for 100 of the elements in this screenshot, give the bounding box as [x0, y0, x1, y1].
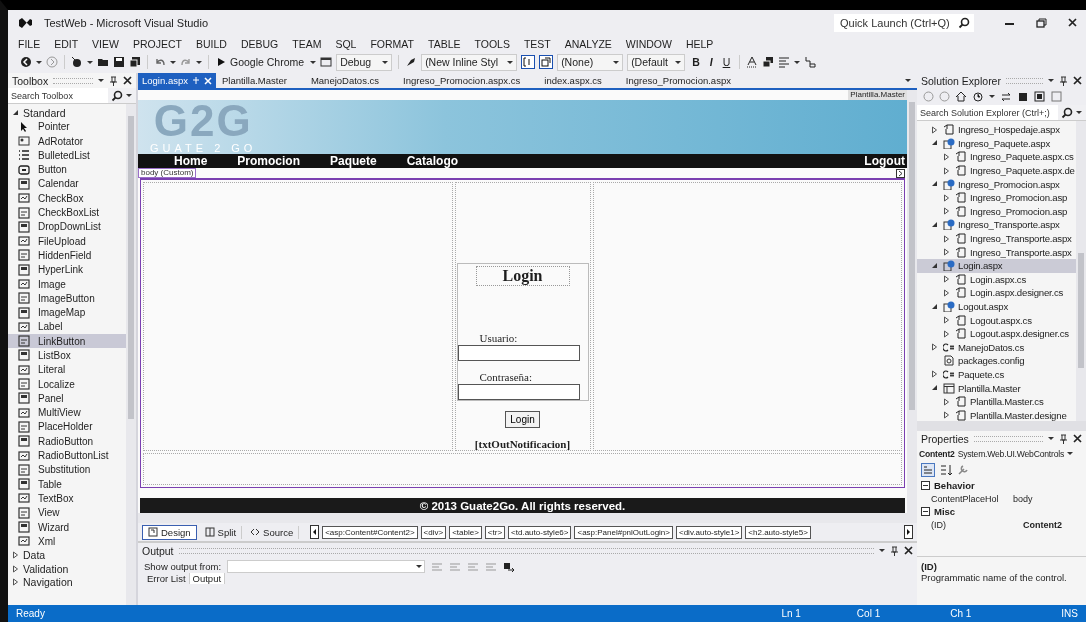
menu-item[interactable]: HELP — [685, 37, 714, 50]
pin-icon[interactable] — [890, 545, 899, 556]
tag-path-item[interactable]: <div> — [420, 525, 447, 539]
toolbox-item[interactable]: ImageMap — [8, 305, 126, 320]
document-tab[interactable]: Login.aspx — [138, 73, 216, 88]
panel-tab[interactable]: Output — [189, 573, 226, 584]
tree-item[interactable]: Plantilla.Master — [917, 381, 1076, 395]
toolbox-group[interactable]: Data — [8, 548, 126, 563]
menu-item[interactable]: FORMAT — [370, 37, 414, 50]
scrollbar[interactable] — [126, 104, 136, 605]
pin-icon[interactable] — [1059, 433, 1068, 444]
toolbox-item[interactable]: Localize — [8, 376, 126, 392]
caret-icon[interactable] — [989, 94, 995, 99]
tree-item[interactable]: Ingreso_Paquete.aspx.de — [917, 163, 1076, 178]
tree-item[interactable]: Ingreso_Promocion.aspx — [917, 177, 1076, 191]
collapse-icon[interactable] — [921, 481, 930, 490]
menu-item[interactable]: PROJECT — [132, 37, 182, 50]
expander-icon[interactable] — [943, 234, 950, 243]
nav-link[interactable]: Logout — [864, 154, 905, 168]
toolbox-item[interactable]: Button — [8, 162, 126, 177]
tree-item[interactable]: packages.config — [917, 354, 1076, 368]
run-button[interactable]: Google Chrome — [215, 56, 307, 68]
tag-path-item[interactable]: <asp:Panel#pnlOutLogin> — [574, 525, 673, 539]
toolbox-item[interactable]: Table — [8, 477, 126, 492]
horizontal-scrollbar[interactable] — [917, 421, 1086, 431]
view-tab[interactable]: Split — [199, 525, 243, 539]
close-icon[interactable] — [1073, 434, 1082, 443]
toolbox-item[interactable]: FileUpload — [8, 233, 126, 249]
menu-item[interactable]: EDIT — [54, 37, 79, 50]
toolbox-item[interactable]: LinkButton — [8, 334, 126, 349]
expander-icon[interactable] — [943, 397, 950, 406]
collapse-icon[interactable] — [921, 507, 930, 516]
pending-changes-icon[interactable] — [972, 91, 984, 102]
save-icon[interactable] — [113, 56, 125, 68]
toolbox-item[interactable]: Xml — [8, 534, 126, 549]
close-icon[interactable] — [123, 76, 132, 85]
expander-icon[interactable] — [931, 370, 938, 379]
pin-icon[interactable] — [1059, 75, 1068, 86]
expander-icon[interactable] — [931, 384, 938, 393]
tree-item[interactable]: Ingreso_Promocion.asp — [917, 204, 1076, 219]
tag-path-item[interactable]: <table> — [449, 525, 482, 539]
style-dropdown[interactable]: (New Inline Styl — [421, 53, 518, 71]
nav-link[interactable]: Home — [174, 154, 208, 168]
search-field[interactable]: Search Solution Explorer (Ctrl+;) — [917, 105, 1058, 120]
expander-icon[interactable] — [943, 153, 950, 161]
tree-item[interactable]: Login.aspx — [917, 258, 1076, 273]
menu-item[interactable]: BUILD — [195, 37, 227, 50]
caret-icon[interactable] — [794, 59, 801, 65]
toolbox-item[interactable]: Literal — [8, 362, 126, 377]
view-tab[interactable]: Source — [245, 525, 300, 539]
browser-window-icon[interactable] — [320, 57, 333, 67]
caret-icon[interactable] — [36, 59, 42, 65]
format-button[interactable]: I — [706, 56, 716, 68]
panel-tab[interactable]: Error List — [144, 573, 190, 584]
tag-path-item[interactable]: <tr> — [484, 525, 506, 539]
tree-item[interactable]: Ingreso_Hospedaje.aspx — [917, 123, 1076, 137]
caret-icon[interactable] — [98, 78, 104, 83]
restore-icon[interactable] — [1036, 18, 1048, 28]
tree-item[interactable]: Logout.aspx — [917, 299, 1076, 314]
expander-icon[interactable] — [931, 343, 938, 352]
undo-icon[interactable] — [154, 56, 166, 68]
menu-item[interactable]: TOOLS — [474, 37, 510, 50]
attach-css-icon[interactable] — [539, 55, 554, 69]
close-icon[interactable] — [1068, 18, 1078, 28]
caret-icon[interactable] — [196, 59, 202, 65]
tree-item[interactable]: Ingreso_Transporte.aspx — [917, 218, 1076, 232]
document-tab[interactable]: Plantilla.Master — [217, 73, 305, 88]
horizontal-scrollbar[interactable] — [138, 513, 917, 523]
expander-icon[interactable] — [943, 248, 950, 257]
tree-item[interactable]: Ingreso_Transporte.aspx — [917, 231, 1076, 246]
menu-item[interactable]: ANALYZE — [564, 37, 612, 50]
background-color-icon[interactable] — [762, 56, 775, 68]
tag-path-item[interactable]: <div.auto-style1> — [676, 525, 743, 539]
caret-icon[interactable] — [905, 78, 911, 83]
toolbox-group[interactable]: Standard — [8, 106, 126, 120]
caret-icon[interactable] — [1048, 436, 1054, 441]
document-tab[interactable]: Ingreso_Promocion.aspx — [621, 73, 749, 88]
style-application-icon[interactable] — [521, 55, 536, 69]
username-field[interactable] — [457, 345, 580, 361]
toolbox-item[interactable]: View — [8, 505, 126, 520]
tree-item[interactable]: Plantilla.Master.cs — [917, 394, 1076, 409]
document-tab[interactable]: ManejoDatos.cs — [306, 73, 398, 88]
tree-item[interactable]: Login.aspx.designer.cs — [917, 286, 1076, 300]
format-button[interactable]: B — [689, 56, 703, 68]
toolbox-item[interactable]: DropDownList — [8, 219, 126, 234]
toolbox-item[interactable]: CheckBox — [8, 191, 126, 206]
nav-link[interactable]: Catalogo — [406, 154, 459, 168]
property-value[interactable]: Content2 — [1011, 519, 1062, 530]
tree-item[interactable]: Logout.aspx.designer.cs — [917, 326, 1076, 341]
expander-icon[interactable] — [931, 139, 938, 148]
login-button[interactable]: Login — [505, 411, 540, 428]
expander-icon[interactable] — [931, 302, 938, 311]
tree-item[interactable]: Ingreso_Paquete.aspx.cs — [917, 150, 1076, 164]
save-all-icon[interactable] — [129, 56, 141, 68]
smart-tag-icon[interactable] — [896, 168, 905, 178]
scrollbar[interactable] — [1076, 121, 1086, 421]
target-rule-dropdown[interactable]: (None) — [557, 53, 624, 71]
toolbox-item[interactable]: Calendar — [8, 176, 126, 192]
expander-icon[interactable] — [943, 316, 950, 325]
close-icon[interactable] — [904, 546, 913, 555]
